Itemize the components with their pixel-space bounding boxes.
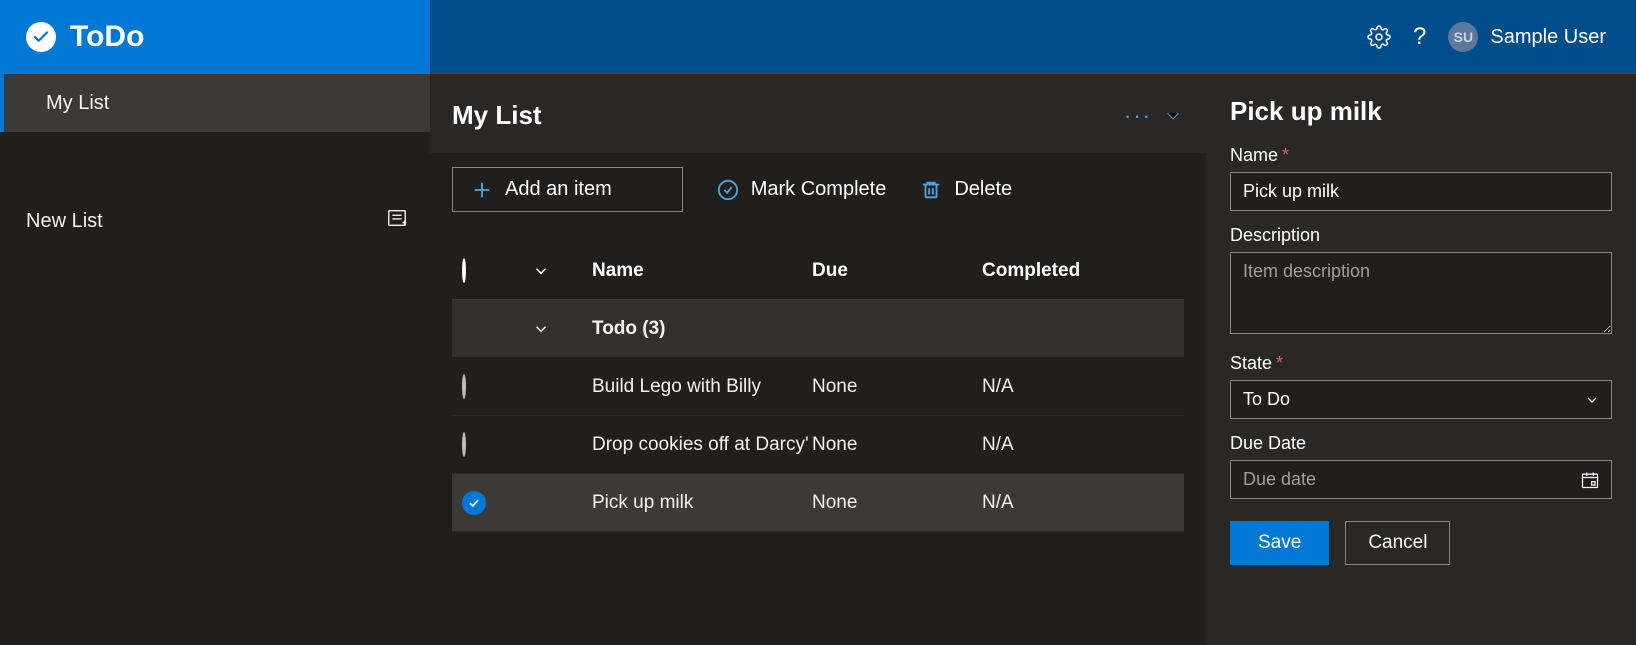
user-name: Sample User <box>1490 26 1606 49</box>
table-group-row[interactable]: Todo (3) <box>452 300 1184 358</box>
name-input[interactable] <box>1230 172 1612 211</box>
col-completed[interactable]: Completed <box>982 260 1152 282</box>
save-button[interactable]: Save <box>1230 521 1329 565</box>
new-list-icon <box>386 207 408 235</box>
row-completed: N/A <box>982 434 1152 456</box>
row-select[interactable] <box>462 374 466 399</box>
app-name: ToDo <box>70 20 144 54</box>
topbar: ToDo ? SU Sample User <box>0 0 1636 74</box>
list-title: My List <box>452 100 542 131</box>
mark-complete-label: Mark Complete <box>751 178 887 201</box>
mark-complete-button[interactable]: Mark Complete <box>717 178 887 201</box>
chevron-down-icon <box>1162 105 1184 127</box>
sidebar-new-list[interactable]: New List <box>0 192 430 250</box>
add-item-label: Add an item <box>505 178 612 201</box>
help-icon[interactable]: ? <box>1413 23 1426 51</box>
sidebar-new-list-label: New List <box>26 210 103 233</box>
check-circle-outline-icon <box>717 179 739 201</box>
more-icon: ··· <box>1124 103 1152 129</box>
row-name: Build Lego with Billy <box>592 376 812 398</box>
details-pane: Pick up milk Name* Description State* <box>1206 74 1636 645</box>
check-circle-icon <box>26 22 56 52</box>
delete-label: Delete <box>954 178 1012 201</box>
collapse-all-toggle[interactable] <box>532 262 592 280</box>
sidebar-item-my-list[interactable]: My List <box>0 74 430 132</box>
toolbar: Add an item Mark Complete Delete <box>452 167 1184 212</box>
delete-button[interactable]: Delete <box>920 178 1012 201</box>
sidebar-item-label: My List <box>46 92 109 115</box>
items-table: Name Due Completed Todo (3) <box>452 242 1184 532</box>
name-label: Name* <box>1230 145 1612 166</box>
add-item-button[interactable]: Add an item <box>452 167 683 212</box>
state-label: State* <box>1230 353 1612 374</box>
avatar: SU <box>1448 22 1478 52</box>
list-header-menu[interactable]: ··· <box>1124 103 1184 129</box>
row-select[interactable] <box>462 432 466 457</box>
topbar-actions: ? SU Sample User <box>1337 0 1636 74</box>
row-due: None <box>812 434 982 456</box>
row-select[interactable] <box>462 491 486 515</box>
list-view: My List ··· Add an item <box>430 74 1206 645</box>
due-date-input[interactable]: Due date <box>1230 460 1612 499</box>
row-name: Pick up milk <box>592 492 812 514</box>
table-row[interactable]: Pick up milk None N/A <box>452 474 1184 532</box>
table-row[interactable]: Build Lego with Billy None N/A <box>452 358 1184 416</box>
group-label: Todo (3) <box>592 318 1152 340</box>
description-label: Description <box>1230 225 1612 246</box>
plus-icon <box>471 179 493 201</box>
col-name[interactable]: Name <box>592 260 812 282</box>
user-menu[interactable]: SU Sample User <box>1448 22 1606 52</box>
row-completed: N/A <box>982 492 1152 514</box>
cancel-button[interactable]: Cancel <box>1345 521 1450 565</box>
row-completed: N/A <box>982 376 1152 398</box>
list-header: My List ··· <box>430 74 1206 153</box>
row-name: Drop cookies off at Darcy' <box>592 434 812 456</box>
table-row[interactable]: Drop cookies off at Darcy' None N/A <box>452 416 1184 474</box>
description-input[interactable] <box>1230 252 1612 334</box>
row-due: None <box>812 492 982 514</box>
table-header: Name Due Completed <box>452 242 1184 300</box>
select-all-checkbox[interactable] <box>462 258 466 283</box>
gear-icon[interactable] <box>1367 25 1391 49</box>
app-brand[interactable]: ToDo <box>0 0 430 74</box>
sidebar: My List New List <box>0 74 430 645</box>
trash-icon <box>920 179 942 201</box>
group-toggle[interactable] <box>532 320 592 338</box>
details-title: Pick up milk <box>1230 96 1612 127</box>
due-date-label: Due Date <box>1230 433 1612 454</box>
state-select[interactable]: To Do <box>1230 380 1612 419</box>
col-due[interactable]: Due <box>812 260 982 282</box>
row-due: None <box>812 376 982 398</box>
